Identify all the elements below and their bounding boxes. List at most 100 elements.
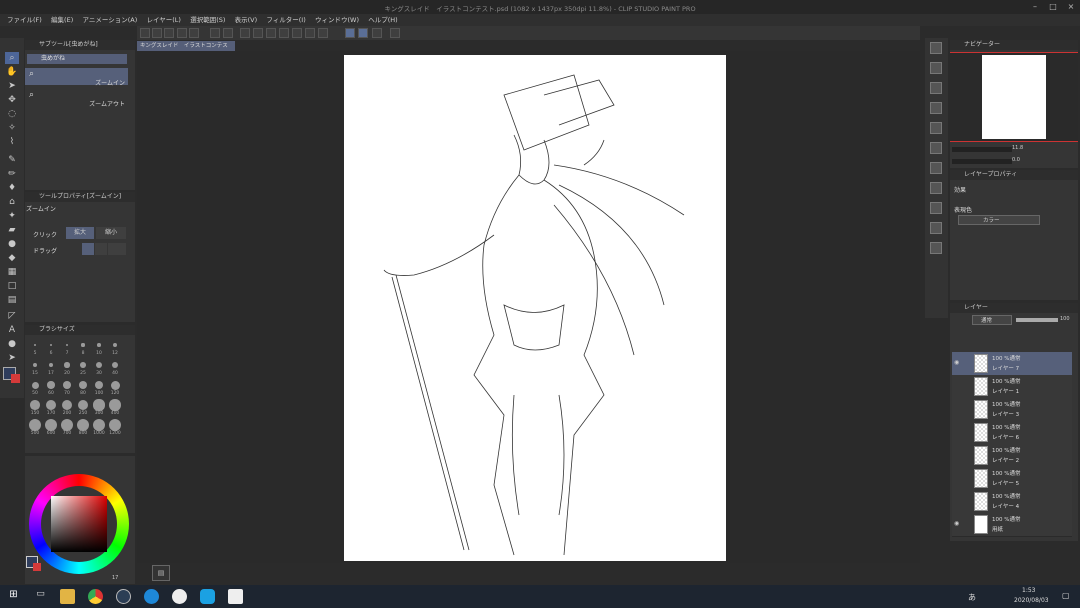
brush-size-preset[interactable] [109, 399, 121, 411]
brush-size-preset[interactable] [45, 419, 57, 431]
figure-icon[interactable]: □ [5, 280, 19, 292]
material-icon[interactable] [930, 242, 942, 254]
move-layer-icon[interactable]: ✥ [5, 94, 19, 106]
drag-mode-3-button[interactable] [108, 243, 126, 255]
click-zoom-in-button[interactable]: 拡大 [66, 227, 94, 239]
material-icon[interactable] [930, 142, 942, 154]
canvas-nav-icon[interactable]: ▤ [152, 565, 170, 581]
layer-row[interactable]: 100 %通常 レイヤー 4 [952, 490, 1072, 514]
material-icon[interactable] [930, 62, 942, 74]
clock-time[interactable]: 1:53 [1022, 587, 1035, 594]
text-icon[interactable]: A [5, 324, 19, 336]
airbrush-icon[interactable]: ⌂ [5, 196, 19, 208]
layer-row[interactable]: 100 %通常 レイヤー 3 [952, 398, 1072, 422]
show-selection-icon[interactable] [305, 28, 315, 38]
app-w-icon[interactable] [172, 589, 187, 604]
material-icon[interactable] [930, 222, 942, 234]
brush-size-preset[interactable] [81, 343, 85, 347]
redo-icon[interactable] [223, 28, 233, 38]
new-file-icon[interactable] [140, 28, 150, 38]
start-icon[interactable]: ⊞ [6, 589, 21, 604]
special-ruler-snap-icon[interactable] [358, 28, 368, 38]
brush-size-preset[interactable] [47, 381, 55, 389]
minimize-icon[interactable]: – [1030, 2, 1040, 12]
brush-size-preset[interactable] [30, 400, 40, 410]
blend-icon[interactable]: ● [5, 238, 19, 250]
brush-size-preset[interactable] [93, 399, 105, 411]
undo-icon[interactable] [210, 28, 220, 38]
deselect-icon[interactable] [279, 28, 289, 38]
subtool-group-zoom[interactable]: 虫めがね [27, 54, 127, 64]
ruler-icon[interactable]: ◸ [5, 310, 19, 322]
background-color-swatch[interactable] [11, 374, 20, 383]
zoom-slider[interactable] [952, 147, 1012, 152]
opacity-slider[interactable] [1016, 318, 1058, 322]
save-icon[interactable] [164, 28, 174, 38]
material-icon[interactable] [930, 122, 942, 134]
clip-studio-icon[interactable] [228, 589, 243, 604]
menu-layer[interactable]: レイヤー(L) [146, 14, 181, 26]
fill-bucket-icon[interactable]: ◆ [5, 252, 19, 264]
brush-size-preset[interactable] [80, 362, 86, 368]
brush-size-preset[interactable] [46, 400, 56, 410]
brush-size-preset[interactable] [64, 362, 70, 368]
material-icon[interactable] [930, 102, 942, 114]
brush-size-preset[interactable] [77, 419, 89, 431]
brush-icon[interactable]: ♦ [5, 182, 19, 194]
brush-size-preset[interactable] [61, 419, 73, 431]
clear-icon[interactable] [240, 28, 250, 38]
maximize-icon[interactable]: □ [1048, 2, 1058, 12]
subtool-zoom-in[interactable]: ⌕ ズームイン [25, 68, 128, 87]
brush-size-preset[interactable] [109, 419, 121, 431]
task-view-icon[interactable]: ▭ [33, 589, 48, 604]
menu-selection[interactable]: 選択範囲(S) [190, 14, 225, 26]
transform-icon[interactable] [266, 28, 276, 38]
notification-icon[interactable]: ▢ [1062, 591, 1070, 600]
eraser-icon[interactable]: ▰ [5, 224, 19, 236]
chrome-icon[interactable] [88, 589, 103, 604]
brush-size-preset[interactable] [95, 361, 103, 369]
express-color-dropdown[interactable]: カラー [958, 215, 1040, 225]
eyedropper-icon[interactable]: ⌇ [5, 136, 19, 148]
brush-size-preset[interactable] [93, 419, 105, 431]
rotate-slider[interactable] [952, 159, 1012, 164]
pen-icon[interactable]: ✎ [5, 154, 19, 166]
brush-size-preset[interactable] [29, 419, 41, 431]
layer-row[interactable]: 100 %通常 レイヤー 6 [952, 421, 1072, 445]
click-zoom-out-button[interactable]: 縮小 [96, 227, 126, 239]
menu-view[interactable]: 表示(V) [235, 14, 258, 26]
search-icon[interactable] [930, 42, 942, 54]
brush-size-preset[interactable] [63, 381, 71, 389]
gradient-icon[interactable]: ▦ [5, 266, 19, 278]
eye-icon[interactable]: ◉ [954, 520, 959, 527]
correction-icon[interactable]: ➤ [5, 352, 19, 364]
layer-row[interactable]: ◉ 100 %通常 レイヤー 7 [952, 352, 1072, 376]
material-icon[interactable] [930, 162, 942, 174]
navigator-preview[interactable] [950, 52, 1078, 142]
menu-filter[interactable]: フィルター(I) [266, 14, 305, 26]
blend-mode-dropdown[interactable]: 通常 [972, 315, 1012, 325]
menu-window[interactable]: ウィンドウ(W) [315, 14, 359, 26]
hand-tool-icon[interactable]: ✋ [5, 66, 19, 78]
menu-file[interactable]: ファイル(F) [7, 14, 42, 26]
layer-row[interactable]: 100 %通常 レイヤー 2 [952, 444, 1072, 468]
layer-row[interactable]: ◉ 100 %通常 用紙 [952, 513, 1072, 537]
edge-icon[interactable] [144, 589, 159, 604]
brush-size-preset[interactable] [110, 380, 120, 390]
canvas-document[interactable] [344, 55, 726, 561]
saturation-value-square[interactable] [51, 496, 107, 552]
operation-tool-icon[interactable]: ➤ [5, 80, 19, 92]
magic-wand-icon[interactable]: ✧ [5, 122, 19, 134]
close-icon[interactable]: × [1066, 2, 1076, 12]
material-icon[interactable] [930, 182, 942, 194]
brush-size-preset[interactable] [34, 344, 36, 346]
skype-icon[interactable] [200, 589, 215, 604]
material-icon[interactable] [930, 82, 942, 94]
grid-snap-icon[interactable] [372, 28, 382, 38]
document-tab[interactable]: キングスレイド イラストコンテスト.psd × [137, 41, 235, 59]
material-icon[interactable] [930, 202, 942, 214]
snap-icon[interactable] [318, 28, 328, 38]
clip-studio-icon[interactable] [177, 28, 187, 38]
balloon-icon[interactable]: ● [5, 338, 19, 350]
zoom-tool-icon[interactable]: ⌕ [5, 52, 19, 64]
